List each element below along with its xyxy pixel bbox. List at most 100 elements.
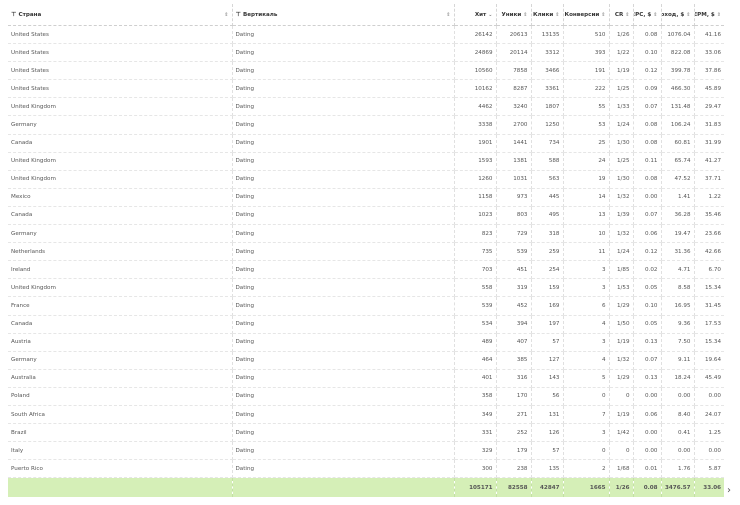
metric-cell: 9.36	[661, 315, 695, 334]
sort-icon[interactable]: ⇕	[555, 12, 559, 18]
column-header[interactable]: Хит ⌄	[454, 4, 497, 26]
sort-icon[interactable]: ⇕	[653, 12, 657, 18]
filter-icon[interactable]: ⊤	[11, 11, 16, 18]
table-row[interactable]: Canada Dating 534 394 197 4 1/50 0.05 9.36 17.53	[8, 315, 724, 334]
metric-cell: 2700	[496, 115, 532, 135]
metric-cell: 407	[496, 333, 532, 352]
column-header[interactable]: Доход, $⇕	[661, 4, 695, 26]
table-row[interactable]: Germany Dating 3338 2700 1250 53 1/24 0.08 106.2…	[8, 115, 724, 135]
metric-cell: 1/29	[609, 296, 634, 316]
column-label: Уники	[501, 11, 522, 18]
table-row[interactable]: United States Dating 26142 20613 13135 510 1/2…	[8, 25, 724, 45]
column-header[interactable]: EPC, $ ⇕	[633, 4, 662, 26]
metric-cell: 19.47	[661, 224, 695, 244]
table-row[interactable]: Austria Dating 489 407 57 3 1/19 0.13 7.50 15.34	[8, 333, 724, 352]
metric-cell: 0.00	[633, 387, 662, 406]
metric-cell: 0.07	[633, 351, 662, 370]
table-row[interactable]: Ireland Dating 703 451 254 3 1/85 0.02 4.71 6.70	[8, 260, 724, 280]
table-row[interactable]: South Africa Dating 349 271 131 7 1/19 0.06 8.40…	[8, 405, 724, 425]
table-row[interactable]: United Kingdom Dating 558 319 159 3 1/53 0.05 8.…	[8, 278, 724, 298]
metric-cell: 143	[531, 369, 564, 388]
table-row[interactable]: Puerto Rico Dating 300 238 135 2 1/68 0.01 1.76 5…	[8, 459, 724, 479]
metric-cell: 588	[531, 152, 564, 171]
metric-cell: 1/32	[609, 351, 634, 370]
metric-cell: 8.40	[661, 405, 695, 425]
vertical-cell: Dating	[232, 423, 455, 443]
metric-cell: 11	[563, 242, 610, 262]
sort-icon[interactable]: ⌄	[488, 12, 492, 18]
column-header[interactable]: Уники ⇕	[496, 4, 532, 26]
metric-cell: 1593	[454, 152, 497, 171]
sort-icon[interactable]: ⇕	[601, 12, 605, 18]
metric-cell: 135	[531, 459, 564, 479]
table-row[interactable]: United Kingdom Dating 1593 1381 588 24 1/25 0.1…	[8, 152, 724, 171]
sort-icon[interactable]: ⇕	[686, 12, 690, 18]
metric-cell: 822.08	[661, 43, 695, 63]
table-row[interactable]: United Kingdom Dating 4462 3240 1807 55 1/33 0.…	[8, 97, 724, 117]
table-row[interactable]: Poland Dating 358 170 56 0 0 0.00 0.00 0.00	[8, 387, 724, 406]
sort-icon[interactable]: ⇕	[446, 12, 450, 18]
table-row[interactable]: Brazil Dating 331 252 126 3 1/42 0.00 0.41 1.25	[8, 423, 724, 443]
metric-cell: 6.70	[694, 260, 724, 280]
table-row[interactable]: Mexico Dating 1158 973 445 14 1/32 0.00 1.41 1.22	[8, 188, 724, 207]
filter-icon[interactable]: ⊤	[236, 11, 241, 18]
vertical-cell: Dating	[232, 369, 455, 388]
metric-cell: 1/32	[609, 224, 634, 244]
column-label: Страна	[18, 11, 42, 18]
table-row[interactable]: Germany Dating 823 729 318 10 1/32 0.06 19.47 23.…	[8, 224, 724, 244]
table-row[interactable]: United States Dating 10560 7858 3466 191 1/19 0…	[8, 61, 724, 81]
table-row[interactable]: Canada Dating 1023 803 495 13 1/39 0.07 36.28 35.…	[8, 206, 724, 226]
sort-icon[interactable]: ⇕	[523, 12, 527, 18]
vertical-cell: Dating	[232, 351, 455, 370]
column-label: Конверсии	[564, 11, 600, 18]
metric-cell: 0.08	[633, 25, 662, 45]
metric-cell: 26142	[454, 25, 497, 45]
column-header[interactable]: ⊤ Страна ⇕	[8, 4, 233, 26]
table-row[interactable]: Germany Dating 464 385 127 4 1/32 0.07 9.11 19.64	[8, 351, 724, 370]
table-row[interactable]: France Dating 539 452 169 6 1/29 0.10 16.95 31.45	[8, 296, 724, 316]
metric-cell: 3312	[531, 43, 564, 63]
table-row[interactable]: Australia Dating 401 316 143 5 1/29 0.13 18.24 45…	[8, 369, 724, 388]
stats-table-container: ⊤ Страна ⇕ ⊤ Вертикаль ⇕ Хит ⌄ Уники ⇕ Клики ⇕ Конве…	[8, 4, 724, 498]
vertical-cell: Dating	[232, 405, 455, 425]
table-row[interactable]: United States Dating 10162 8287 3361 222 1/25 0…	[8, 79, 724, 99]
metric-cell: 0.00	[694, 441, 724, 461]
column-label: EPC, $	[633, 11, 652, 18]
metric-cell: 15.34	[694, 333, 724, 352]
column-header[interactable]: EPM, $ ⇕	[694, 4, 724, 26]
chevron-right-icon[interactable]: ›	[727, 485, 731, 496]
country-cell: France	[8, 296, 233, 316]
metric-cell: 20613	[496, 25, 532, 45]
total-cell: 0.08	[633, 477, 662, 498]
vertical-cell: Dating	[232, 278, 455, 298]
column-header[interactable]: Конверсии ⇕	[563, 4, 610, 26]
metric-cell: 1.41	[661, 188, 695, 207]
column-header[interactable]: CR ⇕	[609, 4, 634, 26]
metric-cell: 0.00	[633, 423, 662, 443]
metric-cell: 1/24	[609, 242, 634, 262]
metric-cell: 0.10	[633, 296, 662, 316]
table-row[interactable]: United Kingdom Dating 1260 1031 563 19 1/30 0.0…	[8, 170, 724, 189]
metric-cell: 331	[454, 423, 497, 443]
column-header-content: EPM, $ ⇕	[694, 12, 721, 18]
vertical-cell: Dating	[232, 25, 455, 45]
metric-cell: 399.78	[661, 61, 695, 81]
sort-icon[interactable]: ⇕	[224, 12, 228, 18]
metric-cell: 0.12	[633, 242, 662, 262]
metric-cell: 4.71	[661, 260, 695, 280]
table-row[interactable]: Italy Dating 329 179 57 0 0 0.00 0.00 0.00	[8, 441, 724, 461]
column-header[interactable]: ⊤ Вертикаль ⇕	[232, 4, 455, 26]
metric-cell: 271	[496, 405, 532, 425]
metric-cell: 45.89	[694, 79, 724, 99]
metric-cell: 42.66	[694, 242, 724, 262]
metric-cell: 1/68	[609, 459, 634, 479]
column-header[interactable]: Клики ⇕	[531, 4, 564, 26]
table-row[interactable]: Canada Dating 1901 1441 734 25 1/30 0.08 60.81 31…	[8, 134, 724, 153]
table-row[interactable]: Netherlands Dating 735 539 259 11 1/24 0.12 31.3…	[8, 242, 724, 262]
total-cell: 82558	[496, 477, 532, 498]
metric-cell: 3361	[531, 79, 564, 99]
sort-icon[interactable]: ⇕	[625, 12, 629, 18]
total-cell: 3476.57	[661, 477, 695, 498]
table-row[interactable]: United States Dating 24869 20114 3312 393 1/22…	[8, 43, 724, 63]
sort-icon[interactable]: ⇕	[717, 12, 721, 18]
